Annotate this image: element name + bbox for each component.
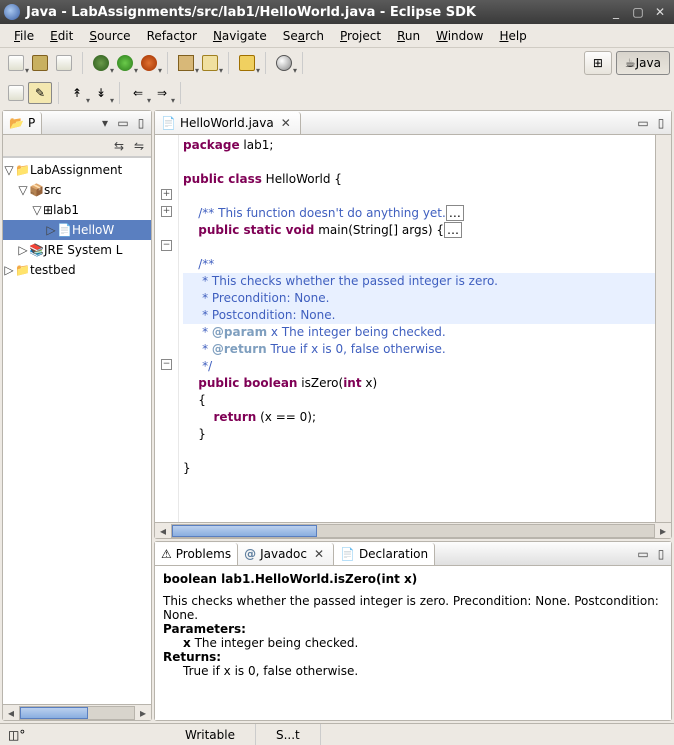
package-explorer-tools: ⇆ ⇋ xyxy=(3,135,151,157)
perspective-label: Java xyxy=(636,56,661,70)
close-tab-icon[interactable]: ✕ xyxy=(311,546,327,562)
package-explorer-tree[interactable]: ▽📁 LabAssignment ▽📦 src ▽⊞ lab1 ▷📄 Hello… xyxy=(3,157,151,704)
editor-hscroll[interactable]: ◂▸ xyxy=(155,522,671,538)
package-explorer-tabrow: 📂 P ▾ ▭ ▯ xyxy=(3,111,151,135)
menu-file[interactable]: File xyxy=(6,27,42,45)
window-title: Java - LabAssignments/src/lab1/HelloWorl… xyxy=(26,5,604,20)
eclipse-logo-icon xyxy=(4,4,20,20)
nav-next-ann[interactable]: ↡ xyxy=(89,82,113,104)
new-button[interactable] xyxy=(4,52,28,74)
menu-help[interactable]: Help xyxy=(491,27,534,45)
menu-window[interactable]: Window xyxy=(428,27,491,45)
tree-jre[interactable]: ▷📚 JRE System L xyxy=(3,240,151,260)
menu-edit[interactable]: Edit xyxy=(42,27,81,45)
status-writable: Writable xyxy=(165,724,256,745)
bottom-maximize-icon[interactable]: ▯ xyxy=(653,546,669,562)
tree-pkg[interactable]: ▽⊞ lab1 xyxy=(3,200,151,220)
javadoc-returns-header: Returns: xyxy=(163,650,663,664)
close-tab-icon[interactable]: ✕ xyxy=(278,115,294,131)
menu-search[interactable]: Search xyxy=(275,27,332,45)
bottom-tabrow: ⚠ Problems @ Javadoc ✕ 📄 Declaration ▭ ▯ xyxy=(155,542,671,566)
tree-project[interactable]: ▽📁 LabAssignment xyxy=(3,160,151,180)
minimize-view-icon[interactable]: ▭ xyxy=(115,115,131,131)
editor-tab-hello[interactable]: 📄 HelloWorld.java ✕ xyxy=(155,112,301,134)
editor-tabrow: 📄 HelloWorld.java ✕ ▭ ▯ xyxy=(155,111,671,135)
code-editor[interactable]: + + − − package lab1; public class Hello… xyxy=(155,135,671,522)
package-explorer-pane: 📂 P ▾ ▭ ▯ ⇆ ⇋ ▽📁 LabAssignment ▽📦 src ▽⊞… xyxy=(2,110,152,721)
new-type-button[interactable] xyxy=(198,52,222,74)
nav-back-button[interactable]: ⇐ xyxy=(126,82,150,104)
maximize-view-icon[interactable]: ▯ xyxy=(133,115,149,131)
editor-maximize-icon[interactable]: ▯ xyxy=(653,115,669,131)
javadoc-tab[interactable]: @ Javadoc ✕ xyxy=(238,543,334,565)
link-editor-icon[interactable]: ⇋ xyxy=(131,138,147,154)
fold-marker[interactable]: − xyxy=(161,359,172,370)
editor-vscroll[interactable] xyxy=(655,135,671,522)
javadoc-returns: True if x is 0, false otherwise. xyxy=(163,664,663,678)
declaration-tab[interactable]: 📄 Declaration xyxy=(334,543,435,565)
fold-marker[interactable]: − xyxy=(161,240,172,251)
main-toolbar: ⊞ ☕ Java xyxy=(0,48,674,78)
open-type-button[interactable] xyxy=(235,52,259,74)
close-button[interactable]: ✕ xyxy=(650,4,670,20)
fold-marker[interactable]: + xyxy=(161,206,172,217)
javadoc-signature: boolean lab1.HelloWorld.isZero(int x) xyxy=(163,572,663,586)
maximize-button[interactable]: ▢ xyxy=(628,4,648,20)
save-button[interactable] xyxy=(28,52,52,74)
print-button[interactable] xyxy=(52,52,76,74)
package-explorer-tab[interactable]: 📂 P xyxy=(3,112,42,134)
search-button[interactable] xyxy=(272,52,296,74)
editor-pane: 📄 HelloWorld.java ✕ ▭ ▯ + + − − package … xyxy=(154,110,672,539)
run-ext-button[interactable] xyxy=(137,52,161,74)
package-explorer-tab-label: P xyxy=(28,116,35,130)
bottom-pane: ⚠ Problems @ Javadoc ✕ 📄 Declaration ▭ ▯… xyxy=(154,541,672,721)
status-pad: ◫° xyxy=(0,728,165,742)
nav-fwd-button[interactable]: ⇒ xyxy=(150,82,174,104)
bottom-minimize-icon[interactable]: ▭ xyxy=(635,546,651,562)
toggle-comment-button[interactable] xyxy=(4,82,28,104)
problems-tab[interactable]: ⚠ Problems xyxy=(155,543,238,565)
fold-marker[interactable]: + xyxy=(161,189,172,200)
javadoc-description: This checks whether the passed integer i… xyxy=(163,594,663,622)
sidebar-hscroll[interactable]: ◂▸ xyxy=(3,704,151,720)
menu-run[interactable]: Run xyxy=(389,27,428,45)
java-perspective-button[interactable]: ☕ Java xyxy=(616,51,670,75)
javadoc-params-header: Parameters: xyxy=(163,622,663,636)
fold-ruler[interactable]: + + − − xyxy=(155,135,179,522)
tree-src[interactable]: ▽📦 src xyxy=(3,180,151,200)
status-insert: S...t xyxy=(256,724,321,745)
collapse-all-icon[interactable]: ⇆ xyxy=(111,138,127,154)
toggle-mark-button[interactable]: ✎ xyxy=(28,82,52,104)
code-text[interactable]: package lab1; public class HelloWorld { … xyxy=(179,135,655,522)
secondary-toolbar: ✎ ↟ ↡ ⇐ ⇒ xyxy=(0,78,674,108)
minimize-button[interactable]: _ xyxy=(606,4,626,20)
menu-project[interactable]: Project xyxy=(332,27,389,45)
editor-tab-label: HelloWorld.java xyxy=(180,116,274,130)
tree-testbed[interactable]: ▷📁 testbed xyxy=(3,260,151,280)
workarea: 📂 P ▾ ▭ ▯ ⇆ ⇋ ▽📁 LabAssignment ▽📦 src ▽⊞… xyxy=(0,108,674,723)
statusbar: ◫° Writable S...t xyxy=(0,723,674,745)
javadoc-param: x The integer being checked. xyxy=(163,636,663,650)
editor-minimize-icon[interactable]: ▭ xyxy=(635,115,651,131)
tree-file-hello[interactable]: ▷📄 HelloW xyxy=(3,220,151,240)
menu-source[interactable]: Source xyxy=(81,27,138,45)
view-menu-icon[interactable]: ▾ xyxy=(97,115,113,131)
new-package-button[interactable] xyxy=(174,52,198,74)
run-button[interactable] xyxy=(113,52,137,74)
menubar: File Edit Source Refactor Navigate Searc… xyxy=(0,24,674,48)
javadoc-view[interactable]: boolean lab1.HelloWorld.isZero(int x) Th… xyxy=(155,566,671,720)
menu-refactor[interactable]: Refactor xyxy=(139,27,205,45)
open-perspective-button[interactable]: ⊞ xyxy=(584,51,612,75)
nav-prev-ann[interactable]: ↟ xyxy=(65,82,89,104)
debug-button[interactable] xyxy=(89,52,113,74)
menu-navigate[interactable]: Navigate xyxy=(205,27,275,45)
window-titlebar: Java - LabAssignments/src/lab1/HelloWorl… xyxy=(0,0,674,24)
